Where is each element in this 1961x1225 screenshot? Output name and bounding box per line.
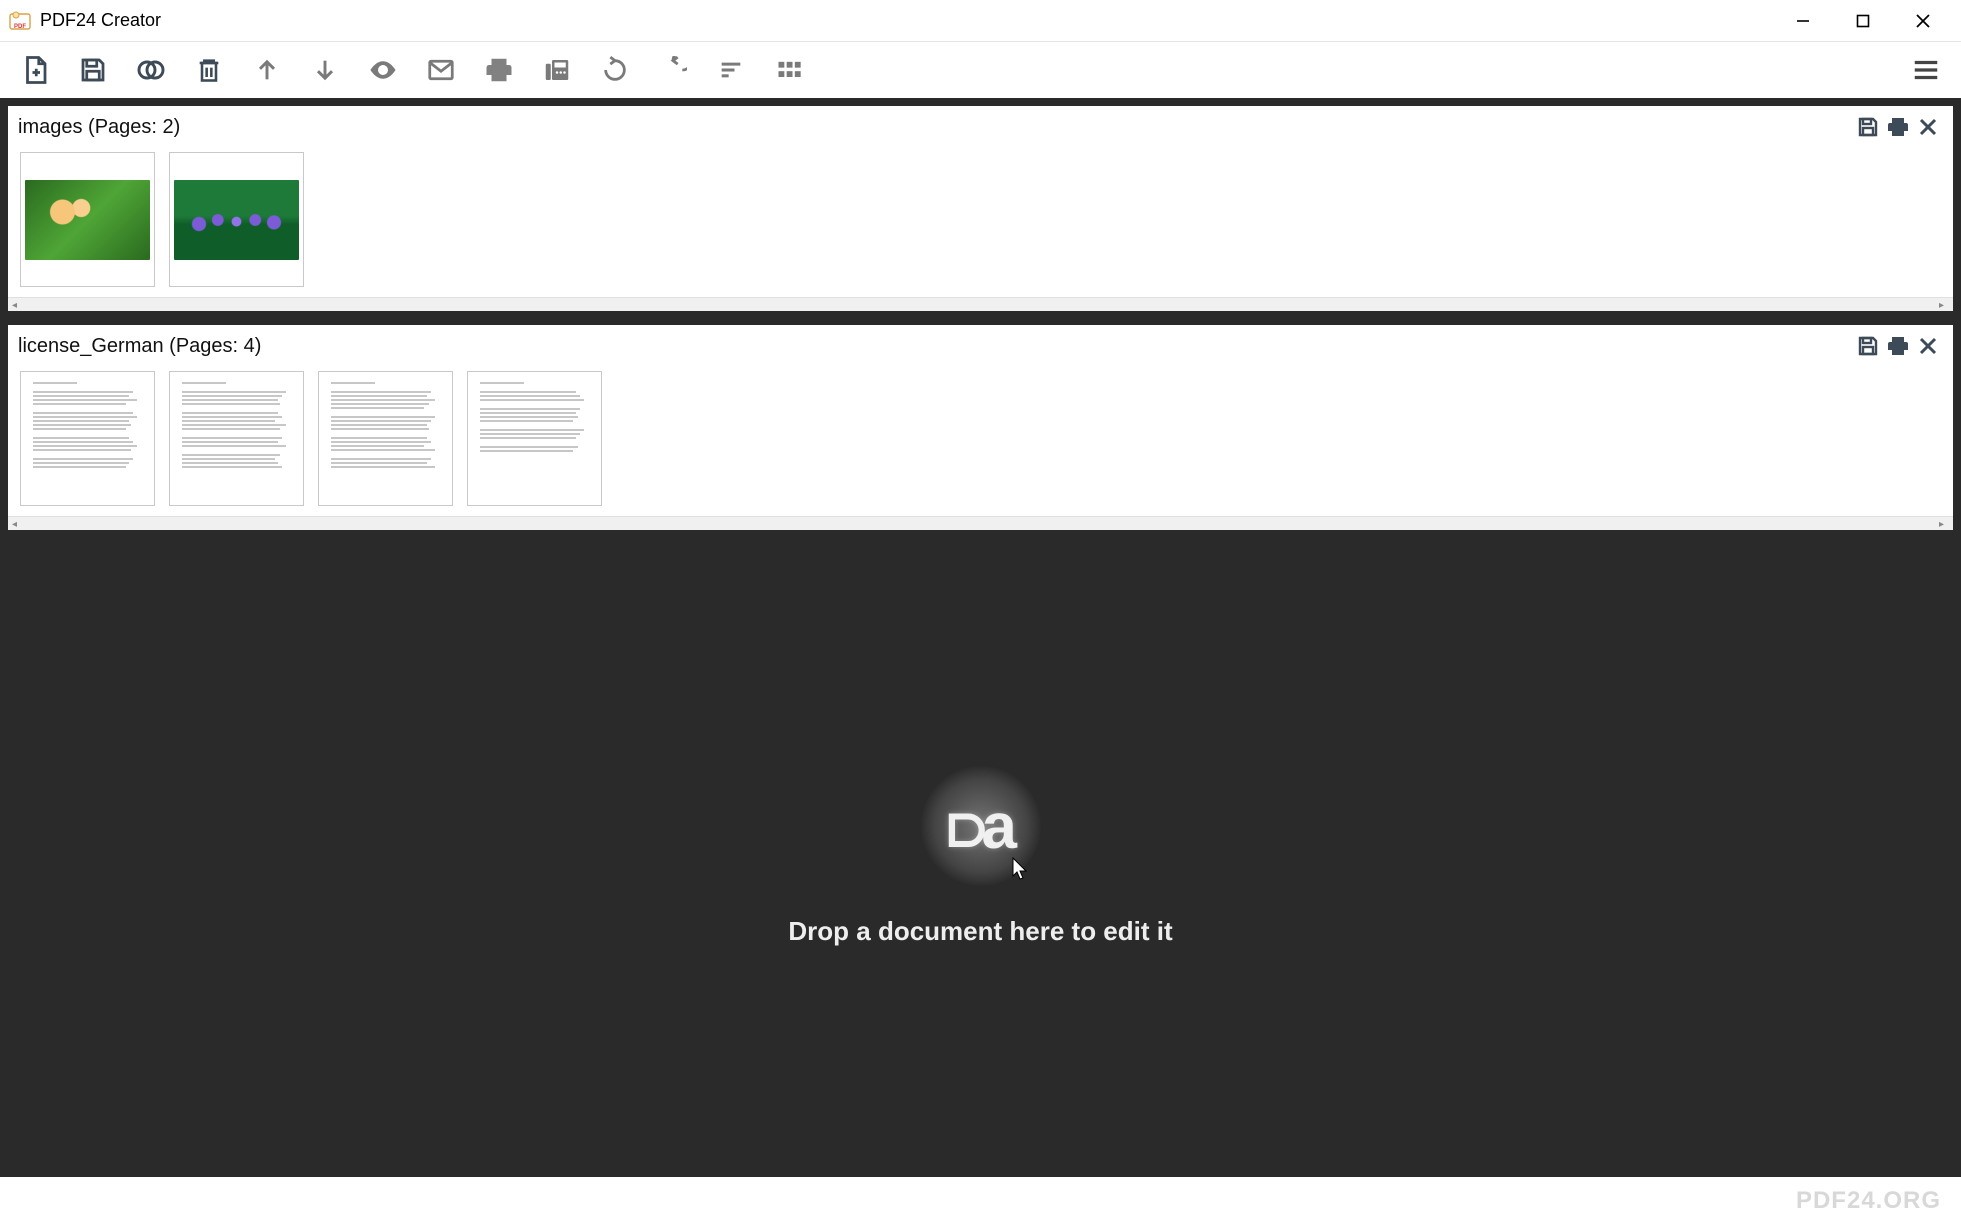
- footer-brand: PDF24.ORG: [1796, 1187, 1941, 1215]
- document-title: images (Pages: 2): [18, 116, 180, 139]
- document-save-button[interactable]: [1853, 112, 1883, 142]
- document-title: license_German (Pages: 4): [18, 335, 261, 358]
- document-header: license_German (Pages: 4): [8, 325, 1953, 363]
- window-maximize-button[interactable]: [1833, 0, 1893, 42]
- rotate-left-button[interactable]: [592, 47, 638, 93]
- drop-zone-text: Drop a document here to edit it: [788, 916, 1172, 947]
- page-thumbnail[interactable]: [20, 152, 155, 287]
- print-button[interactable]: [476, 47, 522, 93]
- horizontal-scrollbar[interactable]: ◂ ▸: [8, 516, 1953, 530]
- footer: PDF24.ORG: [0, 1177, 1961, 1225]
- hamburger-menu-button[interactable]: [1903, 47, 1949, 93]
- move-down-button[interactable]: [302, 47, 348, 93]
- svg-text:PDF: PDF: [14, 24, 26, 30]
- fax-button[interactable]: [534, 47, 580, 93]
- scroll-left-icon[interactable]: ◂: [12, 519, 22, 529]
- window-minimize-button[interactable]: [1773, 0, 1833, 42]
- window-title: PDF24 Creator: [40, 10, 161, 31]
- scroll-right-icon[interactable]: ▸: [1939, 519, 1949, 529]
- titlebar: PDF PDF24 Creator: [0, 0, 1961, 42]
- cursor-icon: [1009, 856, 1033, 880]
- main-toolbar: [0, 42, 1961, 98]
- document-print-button[interactable]: [1883, 112, 1913, 142]
- sort-button[interactable]: [708, 47, 754, 93]
- workspace: images (Pages: 2) ◂ ▸ license_German (Pa…: [0, 98, 1961, 1177]
- document-close-button[interactable]: [1913, 112, 1943, 142]
- rotate-right-button[interactable]: [650, 47, 696, 93]
- document-print-button[interactable]: [1883, 331, 1913, 361]
- document-panel: license_German (Pages: 4): [8, 325, 1953, 530]
- delete-button[interactable]: [186, 47, 232, 93]
- app-icon: PDF: [8, 9, 32, 33]
- scroll-left-icon[interactable]: ◂: [12, 300, 22, 310]
- drop-zone-icon: ⫐a: [921, 766, 1041, 886]
- thumbnail-strip: [8, 363, 1953, 516]
- save-button[interactable]: [70, 47, 116, 93]
- merge-button[interactable]: [128, 47, 174, 93]
- document-panel: images (Pages: 2) ◂ ▸: [8, 106, 1953, 311]
- preview-button[interactable]: [360, 47, 406, 93]
- page-thumbnail[interactable]: [467, 371, 602, 506]
- document-close-button[interactable]: [1913, 331, 1943, 361]
- window-close-button[interactable]: [1893, 0, 1953, 42]
- page-thumbnail[interactable]: [169, 152, 304, 287]
- page-thumbnail[interactable]: [20, 371, 155, 506]
- thumbnail-strip: [8, 144, 1953, 297]
- page-thumbnail[interactable]: [169, 371, 304, 506]
- move-up-button[interactable]: [244, 47, 290, 93]
- horizontal-scrollbar[interactable]: ◂ ▸: [8, 297, 1953, 311]
- email-button[interactable]: [418, 47, 464, 93]
- document-save-button[interactable]: [1853, 331, 1883, 361]
- document-header: images (Pages: 2): [8, 106, 1953, 144]
- page-thumbnail[interactable]: [318, 371, 453, 506]
- scroll-right-icon[interactable]: ▸: [1939, 300, 1949, 310]
- drop-zone[interactable]: ⫐a Drop a document here to edit it: [8, 544, 1953, 1169]
- new-file-button[interactable]: [12, 47, 58, 93]
- grid-view-button[interactable]: [766, 47, 812, 93]
